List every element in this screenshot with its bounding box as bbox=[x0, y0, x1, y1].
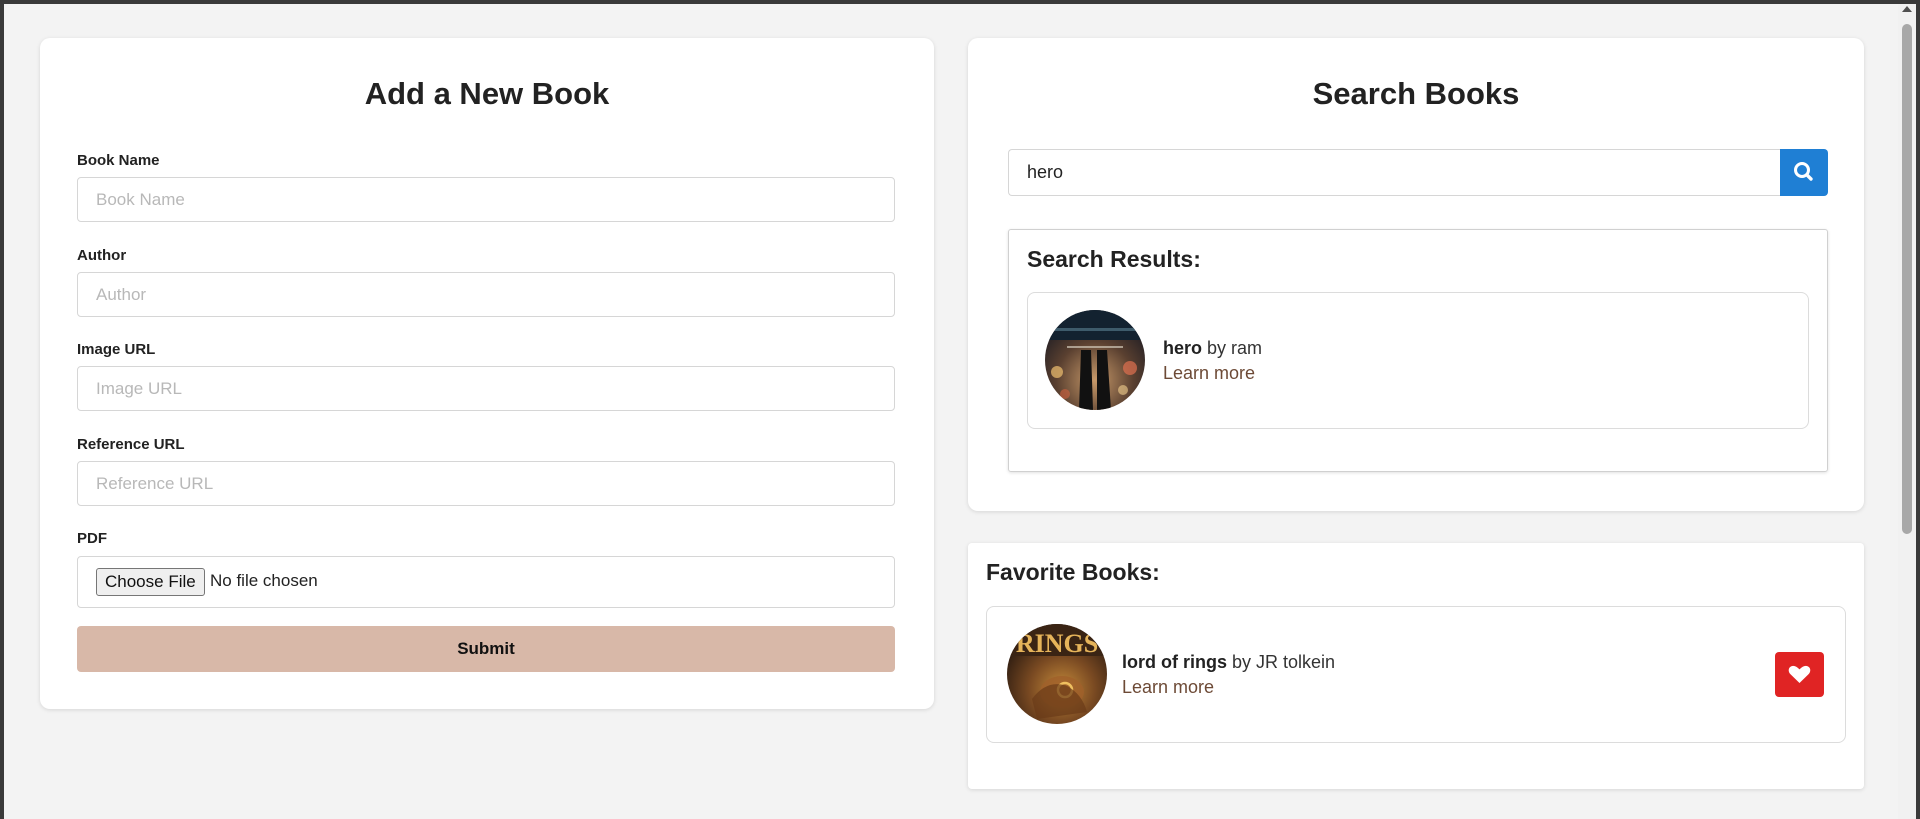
add-book-title: Add a New Book bbox=[364, 76, 610, 111]
search-icon bbox=[1794, 162, 1813, 181]
result-book-title: hero bbox=[1163, 338, 1203, 358]
file-status-text: No file chosen bbox=[210, 571, 318, 590]
favorite-learn-more-link[interactable]: Learn more bbox=[1122, 675, 1335, 700]
page-viewport: Add a New Book Book Name Author Image UR… bbox=[4, 4, 1898, 819]
favorite-books-card: Favorite Books: RINGS lord of rings by J… bbox=[968, 543, 1864, 789]
pdf-file-input[interactable]: Choose File No file chosen bbox=[77, 556, 895, 608]
scroll-up-arrow-icon[interactable] bbox=[1902, 6, 1912, 12]
image-url-input[interactable] bbox=[77, 366, 895, 411]
favorite-books-title: Favorite Books: bbox=[986, 559, 1160, 585]
search-button[interactable] bbox=[1780, 149, 1828, 196]
search-result-info: hero by ram Learn more bbox=[1163, 336, 1262, 386]
result-book-author: by ram bbox=[1207, 338, 1263, 358]
book-cover-hero bbox=[1045, 310, 1145, 410]
book-cover-lotr: RINGS bbox=[1007, 624, 1107, 724]
image-url-label: Image URL bbox=[77, 341, 156, 358]
heart-icon bbox=[1788, 665, 1811, 683]
window-frame bbox=[1916, 0, 1920, 819]
add-book-card: Add a New Book Book Name Author Image UR… bbox=[40, 38, 934, 709]
author-input[interactable] bbox=[77, 272, 895, 317]
search-input[interactable] bbox=[1008, 149, 1782, 196]
reference-url-label: Reference URL bbox=[77, 436, 185, 453]
vertical-scrollbar[interactable] bbox=[1898, 4, 1916, 819]
favorite-book-author: by JR tolkein bbox=[1232, 652, 1336, 672]
search-result-item: hero by ram Learn more bbox=[1027, 292, 1809, 429]
result-learn-more-link[interactable]: Learn more bbox=[1163, 361, 1262, 386]
favorite-book-info: lord of rings by JR tolkein Learn more bbox=[1122, 650, 1335, 700]
book-name-input[interactable] bbox=[77, 177, 895, 222]
pdf-label: PDF bbox=[77, 530, 107, 547]
author-label: Author bbox=[77, 247, 127, 264]
choose-file-button[interactable]: Choose File bbox=[96, 568, 205, 596]
submit-button[interactable]: Submit bbox=[77, 626, 895, 672]
book-name-label: Book Name bbox=[77, 152, 160, 169]
search-books-card: Search Books Search Results: bbox=[968, 38, 1864, 511]
search-books-title: Search Books bbox=[1312, 76, 1520, 111]
search-results-panel: Search Results: hero by ram Learn more bbox=[1008, 229, 1828, 472]
favorite-book-item: RINGS lord of rings by JR tolkein Learn … bbox=[986, 606, 1846, 743]
svg-text:RINGS: RINGS bbox=[1016, 629, 1098, 658]
search-results-title: Search Results: bbox=[1027, 246, 1201, 272]
favorite-book-title: lord of rings bbox=[1122, 652, 1227, 672]
scrollbar-thumb[interactable] bbox=[1902, 24, 1912, 534]
reference-url-input[interactable] bbox=[77, 461, 895, 506]
favorite-toggle-button[interactable] bbox=[1775, 652, 1824, 697]
